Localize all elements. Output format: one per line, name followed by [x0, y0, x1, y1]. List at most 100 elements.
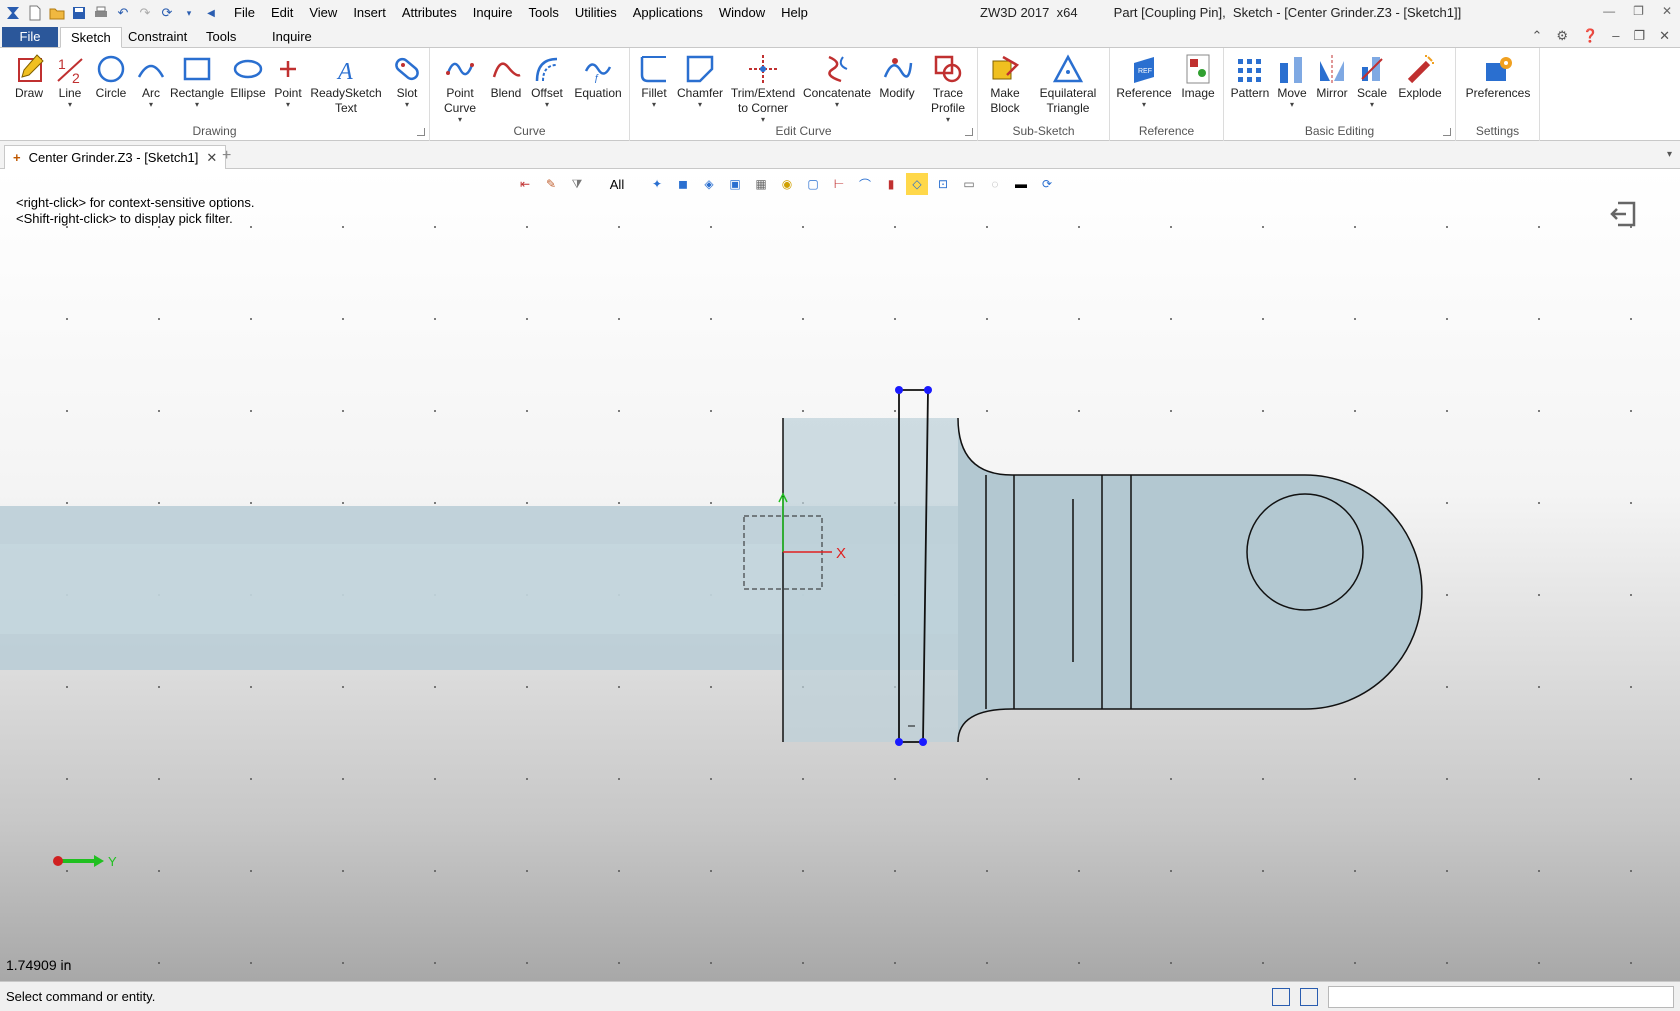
rectangle-button[interactable]: Rectangle ▾: [168, 52, 226, 109]
pick-filter-select[interactable]: All: [592, 177, 642, 192]
circle-button[interactable]: Circle: [90, 52, 132, 101]
undo-icon[interactable]: ↶: [114, 4, 132, 22]
readysketch-text-button[interactable]: A ReadySketch Text: [310, 52, 382, 116]
exit-sketch-icon[interactable]: [1608, 199, 1638, 229]
modify-button[interactable]: Modify: [874, 52, 920, 101]
zoom-fit-icon[interactable]: ▢: [802, 173, 824, 195]
color-palette-icon[interactable]: ▮: [880, 173, 902, 195]
menu-tools[interactable]: Tools: [521, 1, 567, 25]
tab-inquire[interactable]: Inquire: [262, 27, 322, 48]
collapse-menu-icon[interactable]: ◀: [202, 4, 220, 22]
restore-icon[interactable]: ❐: [1633, 4, 1644, 18]
offset-button[interactable]: Offset ▾: [526, 52, 568, 109]
fillet-button[interactable]: Fillet ▾: [634, 52, 674, 109]
exit-icon[interactable]: ⇤: [514, 173, 536, 195]
new-tab-icon[interactable]: +: [222, 147, 231, 165]
menu-file[interactable]: File: [226, 1, 263, 25]
menu-inquire[interactable]: Inquire: [465, 1, 521, 25]
point-curve-button[interactable]: Point Curve ▾: [436, 52, 484, 124]
menu-edit[interactable]: Edit: [263, 1, 301, 25]
tab-list-icon[interactable]: ▾: [1667, 149, 1672, 160]
doc-tab-close-icon[interactable]: ✕: [206, 150, 217, 166]
arc-button[interactable]: Arc ▾: [134, 52, 168, 109]
display-mode-icon[interactable]: ▭: [958, 173, 980, 195]
doc-close-icon[interactable]: ✕: [1659, 28, 1670, 44]
scale-button[interactable]: Scale ▾: [1354, 52, 1390, 109]
pick-tool-icon[interactable]: ✦: [646, 173, 668, 195]
minimize-icon[interactable]: —: [1603, 4, 1615, 18]
dimension-icon[interactable]: ⊢: [828, 173, 850, 195]
mirror-button[interactable]: Mirror: [1312, 52, 1352, 101]
app-logo-icon[interactable]: [4, 4, 22, 22]
make-block-button[interactable]: Make Block: [982, 52, 1028, 116]
slot-button[interactable]: Slot ▾: [388, 52, 426, 109]
open-file-icon[interactable]: [48, 4, 66, 22]
redo-icon[interactable]: ↷: [136, 4, 154, 22]
menu-applications[interactable]: Applications: [625, 1, 711, 25]
hidden-line-icon[interactable]: ◌: [984, 173, 1006, 195]
layout-icon[interactable]: ▣: [724, 173, 746, 195]
line-button[interactable]: 12 Line ▾: [52, 52, 88, 109]
blend-button[interactable]: Blend: [486, 52, 526, 101]
tab-tools[interactable]: Tools: [196, 27, 246, 48]
menu-utilities[interactable]: Utilities: [567, 1, 625, 25]
draw-button[interactable]: Draw: [6, 52, 52, 101]
explode-button[interactable]: Explode: [1394, 52, 1446, 101]
print-icon[interactable]: [92, 4, 110, 22]
move-button[interactable]: Move ▾: [1272, 52, 1312, 109]
grid-toggle-icon[interactable]: ▦: [750, 173, 772, 195]
filter-icon[interactable]: ⧩: [566, 173, 588, 195]
graphics-viewport[interactable]: X Y <right-click> for context-sensitive …: [0, 169, 1680, 981]
line-weight-icon[interactable]: ▬: [1010, 173, 1032, 195]
menu-help[interactable]: Help: [773, 1, 816, 25]
tab-sketch[interactable]: Sketch: [60, 27, 122, 48]
sketch-scene[interactable]: X Y: [0, 169, 1680, 981]
shaded-cube-icon[interactable]: ◼: [672, 173, 694, 195]
menu-insert[interactable]: Insert: [345, 1, 394, 25]
trim-extend-to-corner-button[interactable]: Trim/Extend to Corner ▾: [726, 52, 800, 124]
customize-toolbar-icon[interactable]: ▾: [180, 4, 198, 22]
close-window-icon[interactable]: ✕: [1662, 4, 1672, 18]
slot-vertex-bottom-left[interactable]: [895, 738, 903, 746]
ellipse-button[interactable]: Ellipse: [228, 52, 268, 101]
repeat-command-icon[interactable]: ⟳: [158, 4, 176, 22]
slot-vertex-top-left[interactable]: [895, 386, 903, 394]
tab-file[interactable]: File: [2, 27, 58, 47]
refresh-view-icon[interactable]: ⟳: [1036, 173, 1058, 195]
reference-button[interactable]: REF Reference ▾: [1114, 52, 1174, 109]
point-button[interactable]: Point ▾: [270, 52, 306, 109]
slot-vertex-top-right[interactable]: [924, 386, 932, 394]
collapse-ribbon-icon[interactable]: ⌃: [1531, 28, 1542, 44]
pattern-button[interactable]: Pattern: [1228, 52, 1272, 101]
save-icon[interactable]: [70, 4, 88, 22]
slot-vertex-bottom-right[interactable]: [919, 738, 927, 746]
command-input[interactable]: [1328, 986, 1674, 1008]
chamfer-button[interactable]: Chamfer ▾: [674, 52, 726, 109]
preferences-button[interactable]: Preferences: [1462, 52, 1534, 101]
help-icon[interactable]: ❓: [1582, 28, 1598, 44]
constraint-icon[interactable]: ⌒: [854, 173, 876, 195]
status-layout-icon[interactable]: [1272, 988, 1290, 1006]
view-cube-icon[interactable]: ◈: [698, 173, 720, 195]
basic-editing-launcher-icon[interactable]: [1443, 128, 1451, 136]
doc-restore-icon[interactable]: ❐: [1633, 28, 1645, 44]
eraser-icon[interactable]: ✎: [540, 173, 562, 195]
status-list-icon[interactable]: [1300, 988, 1318, 1006]
menu-attributes[interactable]: Attributes: [394, 1, 465, 25]
image-button[interactable]: Image: [1176, 52, 1220, 101]
section-view-icon[interactable]: ⊡: [932, 173, 954, 195]
menu-view[interactable]: View: [301, 1, 345, 25]
concatenate-button[interactable]: Concatenate ▾: [802, 52, 872, 109]
equilateral-triangle-button[interactable]: Equilateral Triangle: [1030, 52, 1106, 116]
doc-tab-center-grinder[interactable]: + Center Grinder.Z3 - [Sketch1] ✕: [4, 145, 227, 169]
doc-minimize-icon[interactable]: –: [1612, 28, 1619, 44]
menu-window[interactable]: Window: [711, 1, 773, 25]
tab-constraint[interactable]: Constraint: [118, 27, 197, 48]
new-file-icon[interactable]: [26, 4, 44, 22]
settings-gear-icon[interactable]: ⚙: [1556, 28, 1568, 44]
edit-curve-launcher-icon[interactable]: [965, 128, 973, 136]
drawing-launcher-icon[interactable]: [417, 128, 425, 136]
equation-button[interactable]: ƒ Equation: [570, 52, 626, 101]
trace-profile-button[interactable]: Trace Profile ▾: [922, 52, 974, 124]
render-mode-icon[interactable]: ◉: [776, 173, 798, 195]
